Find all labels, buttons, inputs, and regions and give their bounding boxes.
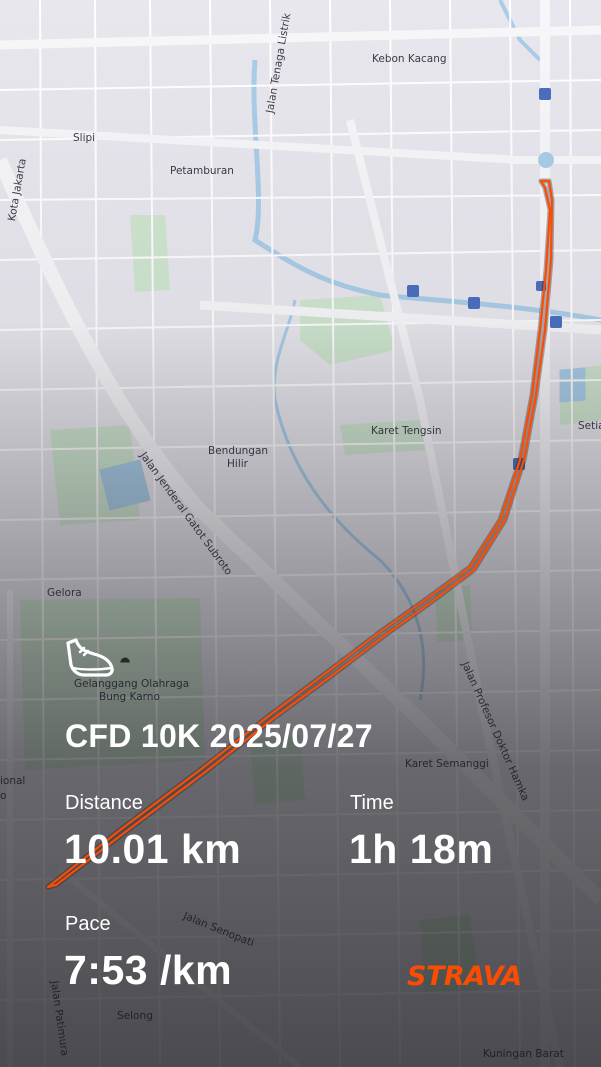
pace-label: Pace bbox=[65, 913, 111, 935]
strava-logo: STRAVA bbox=[407, 961, 522, 992]
distance-value: 10.01 km bbox=[64, 826, 242, 872]
distance-label: Distance bbox=[65, 792, 143, 814]
route-line bbox=[45, 178, 555, 890]
time-label: Time bbox=[350, 792, 394, 814]
pace-value: 7:53 /km bbox=[64, 947, 233, 993]
time-value: 1h 18m bbox=[349, 826, 494, 872]
running-shoe-icon bbox=[66, 638, 114, 677]
activity-title: CFD 10K 2025/07/27 bbox=[65, 718, 373, 754]
